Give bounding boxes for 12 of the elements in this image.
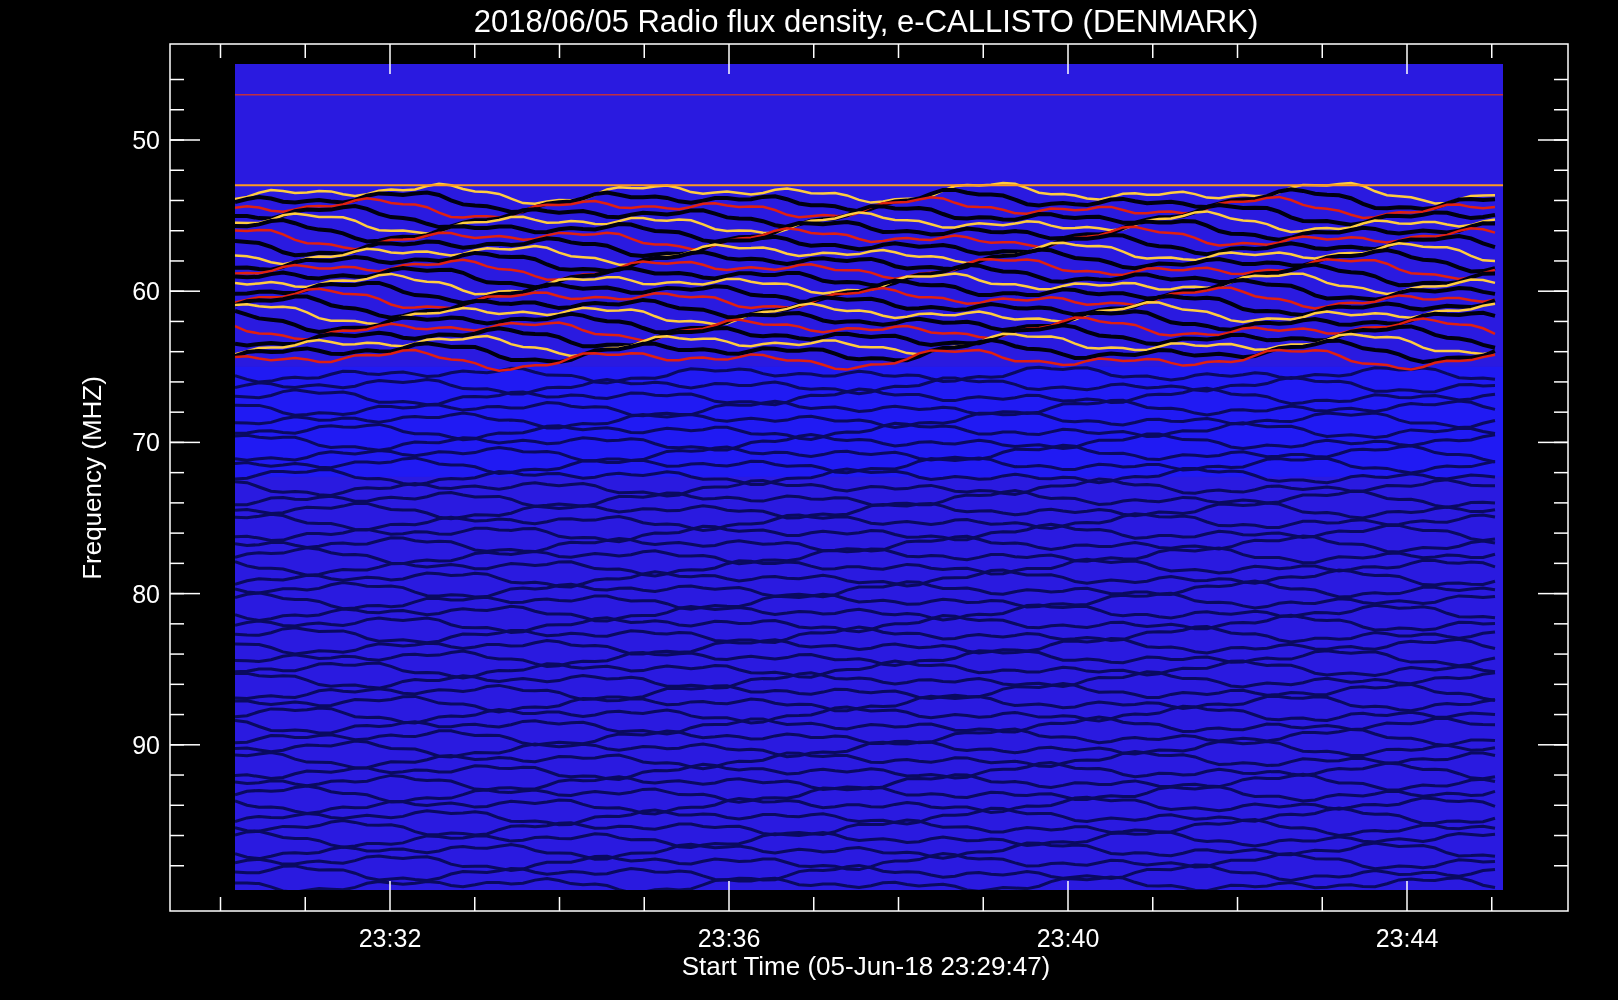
y-tick-label: 50	[132, 126, 160, 154]
y-tick-label: 60	[132, 277, 160, 306]
x-tick-label: 23:36	[697, 924, 761, 952]
y-tick-label: 90	[132, 730, 160, 759]
x-axis-label: Start Time (05-Jun-18 23:29:47)	[681, 951, 1051, 981]
y-tick-label: 70	[132, 428, 160, 457]
x-tick-label: 23:40	[1036, 924, 1100, 952]
y-tick-label: 80	[132, 579, 160, 608]
x-tick-label: 23:32	[358, 924, 422, 952]
x-tick-label: 23:44	[1375, 924, 1439, 952]
y-axis-label: Frequency (MHZ)	[77, 376, 107, 580]
chart-title: 2018/06/05 Radio flux density, e-CALLISTO (DENMARK)	[473, 4, 1259, 39]
